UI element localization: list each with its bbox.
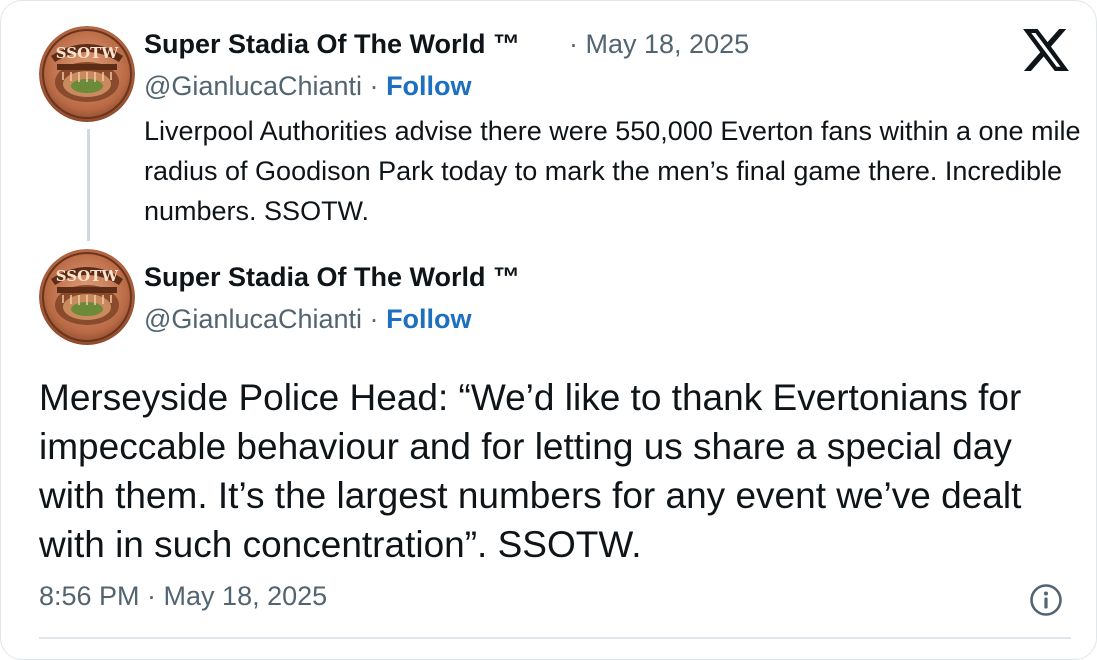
info-icon[interactable] <box>1029 583 1063 617</box>
author-handle[interactable]: @GianlucaChianti <box>144 71 362 101</box>
separator-dot: · <box>569 29 578 59</box>
tweet-timestamp[interactable]: 8:56 PM · May 18, 2025 <box>39 581 327 612</box>
svg-text:SSOTW: SSOTW <box>56 267 120 285</box>
author-handle[interactable]: @GianlucaChianti <box>144 304 362 334</box>
stadium-logo-icon: SSOTW <box>39 249 135 345</box>
reply-tweet-text: Liverpool Authorities advise there were … <box>144 116 1081 226</box>
author-name[interactable]: Super Stadia Of The World ™ <box>144 29 520 60</box>
tweet-date[interactable]: May 18, 2025 <box>586 29 750 59</box>
thread-connector-line <box>87 129 90 241</box>
x-logo-icon[interactable] <box>1023 29 1069 71</box>
author-name[interactable]: Super Stadia Of The World ™ <box>144 262 520 293</box>
handle-row: @GianlucaChianti · Follow <box>144 71 472 102</box>
avatar[interactable]: SSOTW <box>39 26 135 122</box>
separator-dot: · <box>369 71 379 101</box>
separator-dot: · <box>369 304 379 334</box>
follow-button[interactable]: Follow <box>386 304 471 334</box>
avatar[interactable]: SSOTW <box>39 249 135 345</box>
main-tweet-text: Merseyside Police Head: “We’d like to th… <box>39 377 1022 565</box>
svg-text:SSOTW: SSOTW <box>56 44 120 62</box>
handle-row: @GianlucaChianti · Follow <box>144 304 472 335</box>
follow-button[interactable]: Follow <box>386 71 471 101</box>
tweet-card: SSOTW Super Stadia Of The World ™ · May … <box>0 0 1097 660</box>
stadium-logo-icon: SSOTW <box>39 26 135 122</box>
divider <box>39 637 1071 639</box>
tweet-date-line: · May 18, 2025 <box>569 29 749 60</box>
